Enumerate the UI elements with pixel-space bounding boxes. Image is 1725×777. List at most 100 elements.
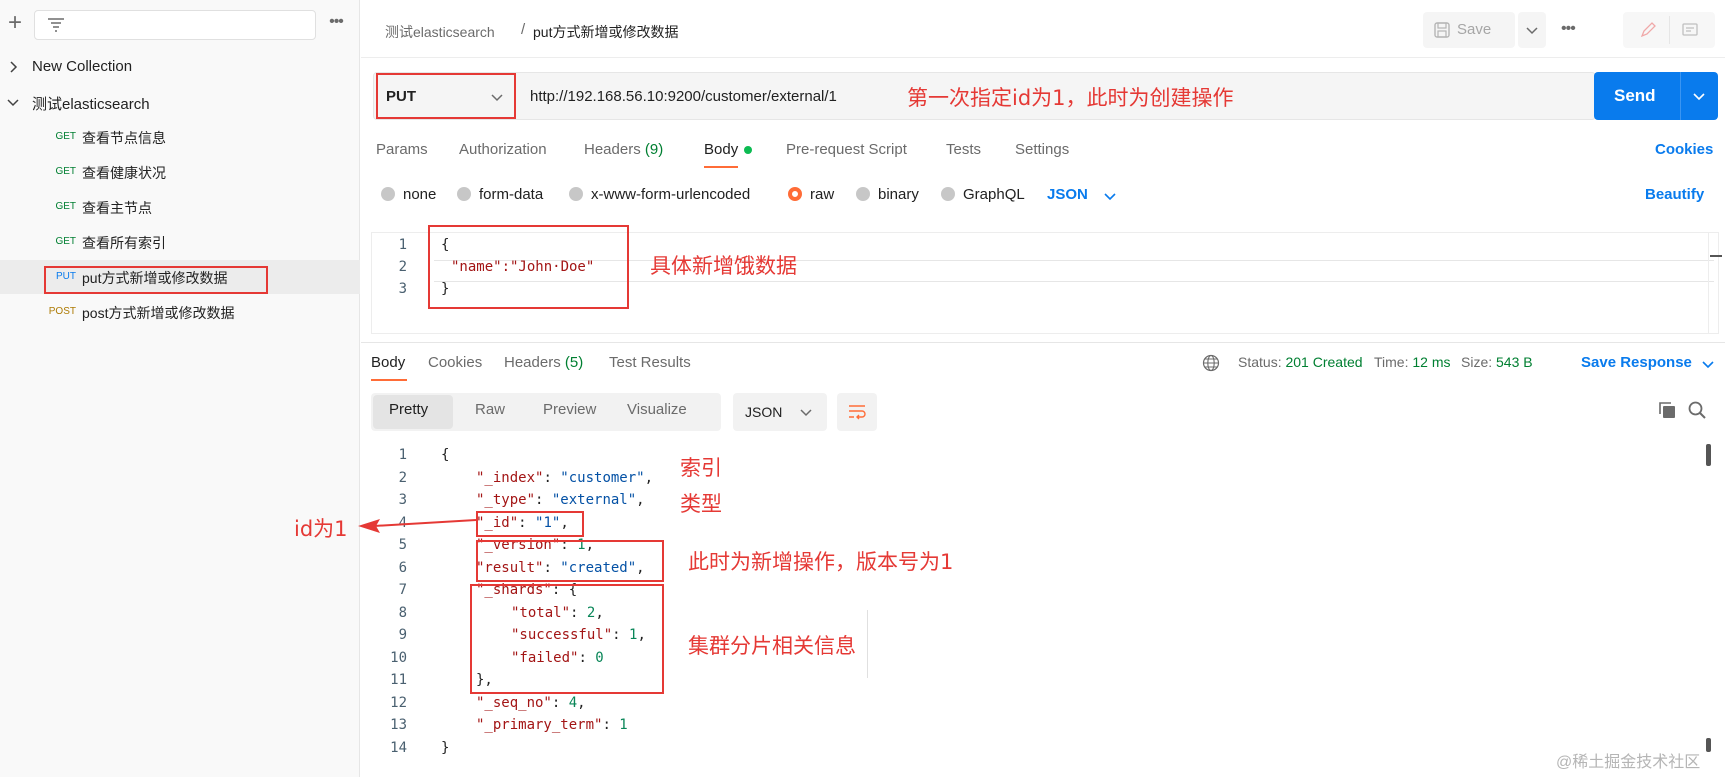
request-item[interactable]: GET 查看健康状况 xyxy=(0,155,360,189)
request-item[interactable]: POST post方式新增或修改数据 xyxy=(0,295,360,329)
radio-none[interactable]: none xyxy=(381,186,436,206)
send-label: Send xyxy=(1614,86,1656,105)
chevron-down-icon xyxy=(1526,27,1538,35)
chevron-down-icon[interactable] xyxy=(1103,189,1117,203)
response-view-tabs: Pretty Raw Preview Visualize xyxy=(371,393,721,431)
line-number: 3 xyxy=(398,281,407,297)
radio-form-data[interactable]: form-data xyxy=(457,186,543,206)
view-preview[interactable]: Preview xyxy=(543,401,596,418)
annotation-box xyxy=(44,266,268,294)
beautify-link[interactable]: Beautify xyxy=(1645,186,1704,203)
more-icon[interactable]: ••• xyxy=(1561,20,1576,38)
method-badge: GET xyxy=(55,201,76,212)
scrollbar[interactable] xyxy=(1703,444,1711,754)
tab-body-label: Body xyxy=(704,141,739,158)
line-number: 10 xyxy=(390,649,407,666)
chevron-down-icon[interactable] xyxy=(1701,357,1715,371)
method-badge: GET xyxy=(55,131,76,142)
radio-binary[interactable]: binary xyxy=(856,186,919,206)
line-number: 1 xyxy=(398,237,407,253)
resp-tab-body[interactable]: Body xyxy=(371,354,405,371)
request-item[interactable]: GET 查看主节点 xyxy=(0,190,360,224)
line-number: 1 xyxy=(398,447,407,463)
view-pretty[interactable]: Pretty xyxy=(389,401,428,418)
breadcrumb-request[interactable]: put方式新增或修改数据 xyxy=(533,22,678,42)
line-number: 9 xyxy=(398,627,407,643)
chevron-down-icon[interactable] xyxy=(1692,89,1706,103)
tab-settings[interactable]: Settings xyxy=(1015,141,1069,158)
collection-new[interactable]: New Collection xyxy=(0,50,360,84)
scrollbar-thumb[interactable] xyxy=(1710,255,1722,257)
annotation-box xyxy=(470,584,664,694)
line-number: 6 xyxy=(398,559,407,576)
save-button[interactable]: Save xyxy=(1423,12,1515,48)
view-raw[interactable]: Raw xyxy=(475,401,505,418)
chevron-right-icon[interactable] xyxy=(6,60,20,74)
cookies-link[interactable]: Cookies xyxy=(1655,141,1713,158)
tab-tests[interactable]: Tests xyxy=(946,141,981,158)
comment-icon[interactable] xyxy=(1681,21,1699,39)
filter-input[interactable] xyxy=(34,10,316,40)
json-colon: : xyxy=(602,717,620,733)
tab-params[interactable]: Params xyxy=(376,141,428,158)
resp-tab-headers[interactable]: Headers (5) xyxy=(504,354,583,371)
request-item[interactable]: GET 查看所有索引 xyxy=(0,225,360,259)
scrollbar-thumb[interactable] xyxy=(1706,738,1711,752)
resp-tab-test-results[interactable]: Test Results xyxy=(609,354,691,371)
resp-tab-cookies[interactable]: Cookies xyxy=(428,354,482,371)
collection-label: New Collection xyxy=(32,58,133,75)
time-value: 12 ms xyxy=(1412,354,1451,370)
wrap-icon xyxy=(849,405,866,420)
scrollbar-thumb[interactable] xyxy=(1706,444,1711,466)
tab-body[interactable]: Body xyxy=(704,141,753,158)
annotation-url-note: 第一次指定id为1，此时为创建操作 xyxy=(907,86,1234,110)
response-size: Size: 543 B xyxy=(1461,354,1533,370)
sidebar: + ••• New Collection 测试elasticsearch GET… xyxy=(0,0,360,777)
save-response-button[interactable]: Save Response xyxy=(1581,354,1692,371)
globe-icon[interactable] xyxy=(1202,354,1220,372)
search-icon[interactable] xyxy=(1687,400,1707,420)
indent-guide xyxy=(867,610,868,678)
breadcrumb-separator: / xyxy=(521,21,526,38)
request-item[interactable]: GET 查看节点信息 xyxy=(0,120,360,154)
collection-label: 测试elasticsearch xyxy=(32,96,150,113)
annotation-box xyxy=(476,540,664,582)
copy-icon[interactable] xyxy=(1657,400,1677,420)
pencil-icon[interactable] xyxy=(1639,21,1657,39)
code-line: { xyxy=(441,447,449,463)
wrap-lines-button[interactable] xyxy=(837,393,877,431)
tab-authorization[interactable]: Authorization xyxy=(459,141,547,158)
line-number: 3 xyxy=(398,492,407,508)
view-visualize[interactable]: Visualize xyxy=(627,401,687,418)
add-icon[interactable]: + xyxy=(4,11,26,35)
radio-label: GraphQL xyxy=(963,186,1025,203)
radio-graphql[interactable]: GraphQL xyxy=(941,186,1025,206)
save-options-button[interactable] xyxy=(1518,12,1546,48)
radio-urlencoded[interactable]: x-www-form-urlencoded xyxy=(569,186,750,206)
request-label: post方式新增或修改数据 xyxy=(82,305,235,321)
radio-label: none xyxy=(403,186,437,203)
status-value: 201 Created xyxy=(1285,354,1363,370)
json-key: "_type" xyxy=(476,492,536,508)
collection-elasticsearch[interactable]: 测试elasticsearch xyxy=(0,85,360,119)
radio-raw[interactable]: raw xyxy=(788,186,834,206)
status-dot xyxy=(744,146,753,155)
response-format-value: JSON xyxy=(745,404,783,420)
watermark: @稀土掘金技术社区 xyxy=(1556,754,1701,771)
annotation-box xyxy=(476,511,584,537)
response-format-select[interactable]: JSON xyxy=(733,393,827,431)
sidebar-toolbar: + ••• xyxy=(0,8,360,42)
tab-headers[interactable]: Headers (9) xyxy=(584,141,663,158)
tab-prerequest-script[interactable]: Pre-request Script xyxy=(786,141,907,158)
more-icon[interactable]: ••• xyxy=(324,14,348,34)
body-format-select[interactable]: JSON xyxy=(1047,186,1088,203)
radio-circle xyxy=(788,187,802,201)
scrollbar[interactable] xyxy=(1708,233,1720,333)
send-button[interactable]: Send xyxy=(1594,72,1718,120)
breadcrumb-collection[interactable]: 测试elasticsearch xyxy=(385,22,495,42)
chevron-down-icon[interactable] xyxy=(6,95,20,109)
url-input[interactable]: http://192.168.56.10:9200/customer/exter… xyxy=(530,88,837,105)
divider xyxy=(1680,72,1681,120)
line-number: 11 xyxy=(390,672,407,688)
line-number: 13 xyxy=(390,717,407,733)
